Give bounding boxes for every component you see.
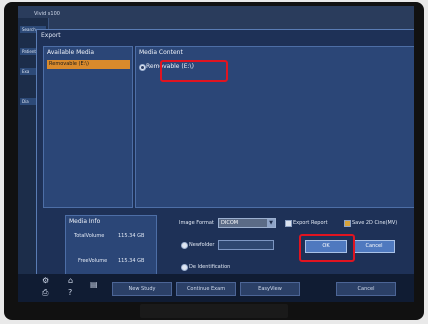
continue-exam-key[interactable]: Continue Exam	[176, 282, 236, 296]
save-2d-cine-checkbox[interactable]	[344, 220, 351, 227]
media-info-panel: Media Info TotalVolume 115.34 GB FreeVol…	[65, 215, 157, 275]
image-format-label: Image Format	[179, 220, 214, 226]
settings-icon[interactable]: ⚙	[42, 276, 49, 285]
image-format-value: DICOM	[221, 220, 239, 226]
softkey-bar: ⚙ ⎙ ⌂ ? ▤ New Study Continue Exam EasyVi…	[18, 274, 414, 302]
easyview-key[interactable]: EasyView	[240, 282, 300, 296]
annotation-box-media-content	[160, 60, 228, 82]
total-volume-label: TotalVolume	[74, 233, 105, 239]
monitor-stand	[140, 304, 288, 318]
available-media-heading: Available Media	[47, 49, 95, 56]
cancel-key[interactable]: Cancel	[336, 282, 396, 296]
media-content-heading: Media Content	[139, 49, 183, 56]
save-2d-cine-label: Save 2D Cine(MV)	[352, 220, 398, 226]
home-icon[interactable]: ⌂	[68, 276, 73, 285]
image-format-select[interactable]: DICOM ▼	[218, 218, 276, 228]
export-dialog: Export Available Media Removable (E:\) M…	[36, 29, 414, 278]
screen: Vivid s100 Search Patient Exa Dia Export…	[18, 6, 414, 302]
deidentification-radio[interactable]	[181, 264, 188, 271]
annotation-box-ok	[299, 234, 355, 262]
available-media-panel: Available Media Removable (E:\)	[43, 46, 133, 208]
chevron-down-icon: ▼	[267, 219, 275, 227]
help-icon[interactable]: ?	[68, 288, 72, 297]
export-report-checkbox[interactable]	[285, 220, 292, 227]
media-info-heading: Media Info	[69, 218, 101, 225]
newfolder-input[interactable]	[218, 240, 274, 250]
newfolder-radio[interactable]	[181, 242, 188, 249]
new-study-key[interactable]: New Study	[112, 282, 172, 296]
total-volume-value: 115.34 GB	[118, 233, 145, 239]
dialog-title: Export	[41, 32, 61, 39]
app-title: Vivid s100	[34, 11, 60, 17]
available-media-item-removable[interactable]: Removable (E:\)	[47, 60, 130, 69]
deidentification-label: De Identification	[189, 264, 231, 270]
export-report-label: Export Report	[293, 220, 328, 226]
print-icon[interactable]: ⎙	[42, 288, 48, 298]
newfolder-label: Newfolder	[189, 242, 215, 248]
monitor-bezel: Vivid s100 Search Patient Exa Dia Export…	[4, 2, 424, 320]
media-content-radio[interactable]	[139, 64, 146, 71]
storage-icon[interactable]: ▤	[90, 280, 98, 289]
free-volume-label: FreeVolume	[78, 258, 108, 264]
cancel-button[interactable]: Cancel	[353, 240, 395, 253]
free-volume-value: 115.34 GB	[118, 258, 145, 264]
